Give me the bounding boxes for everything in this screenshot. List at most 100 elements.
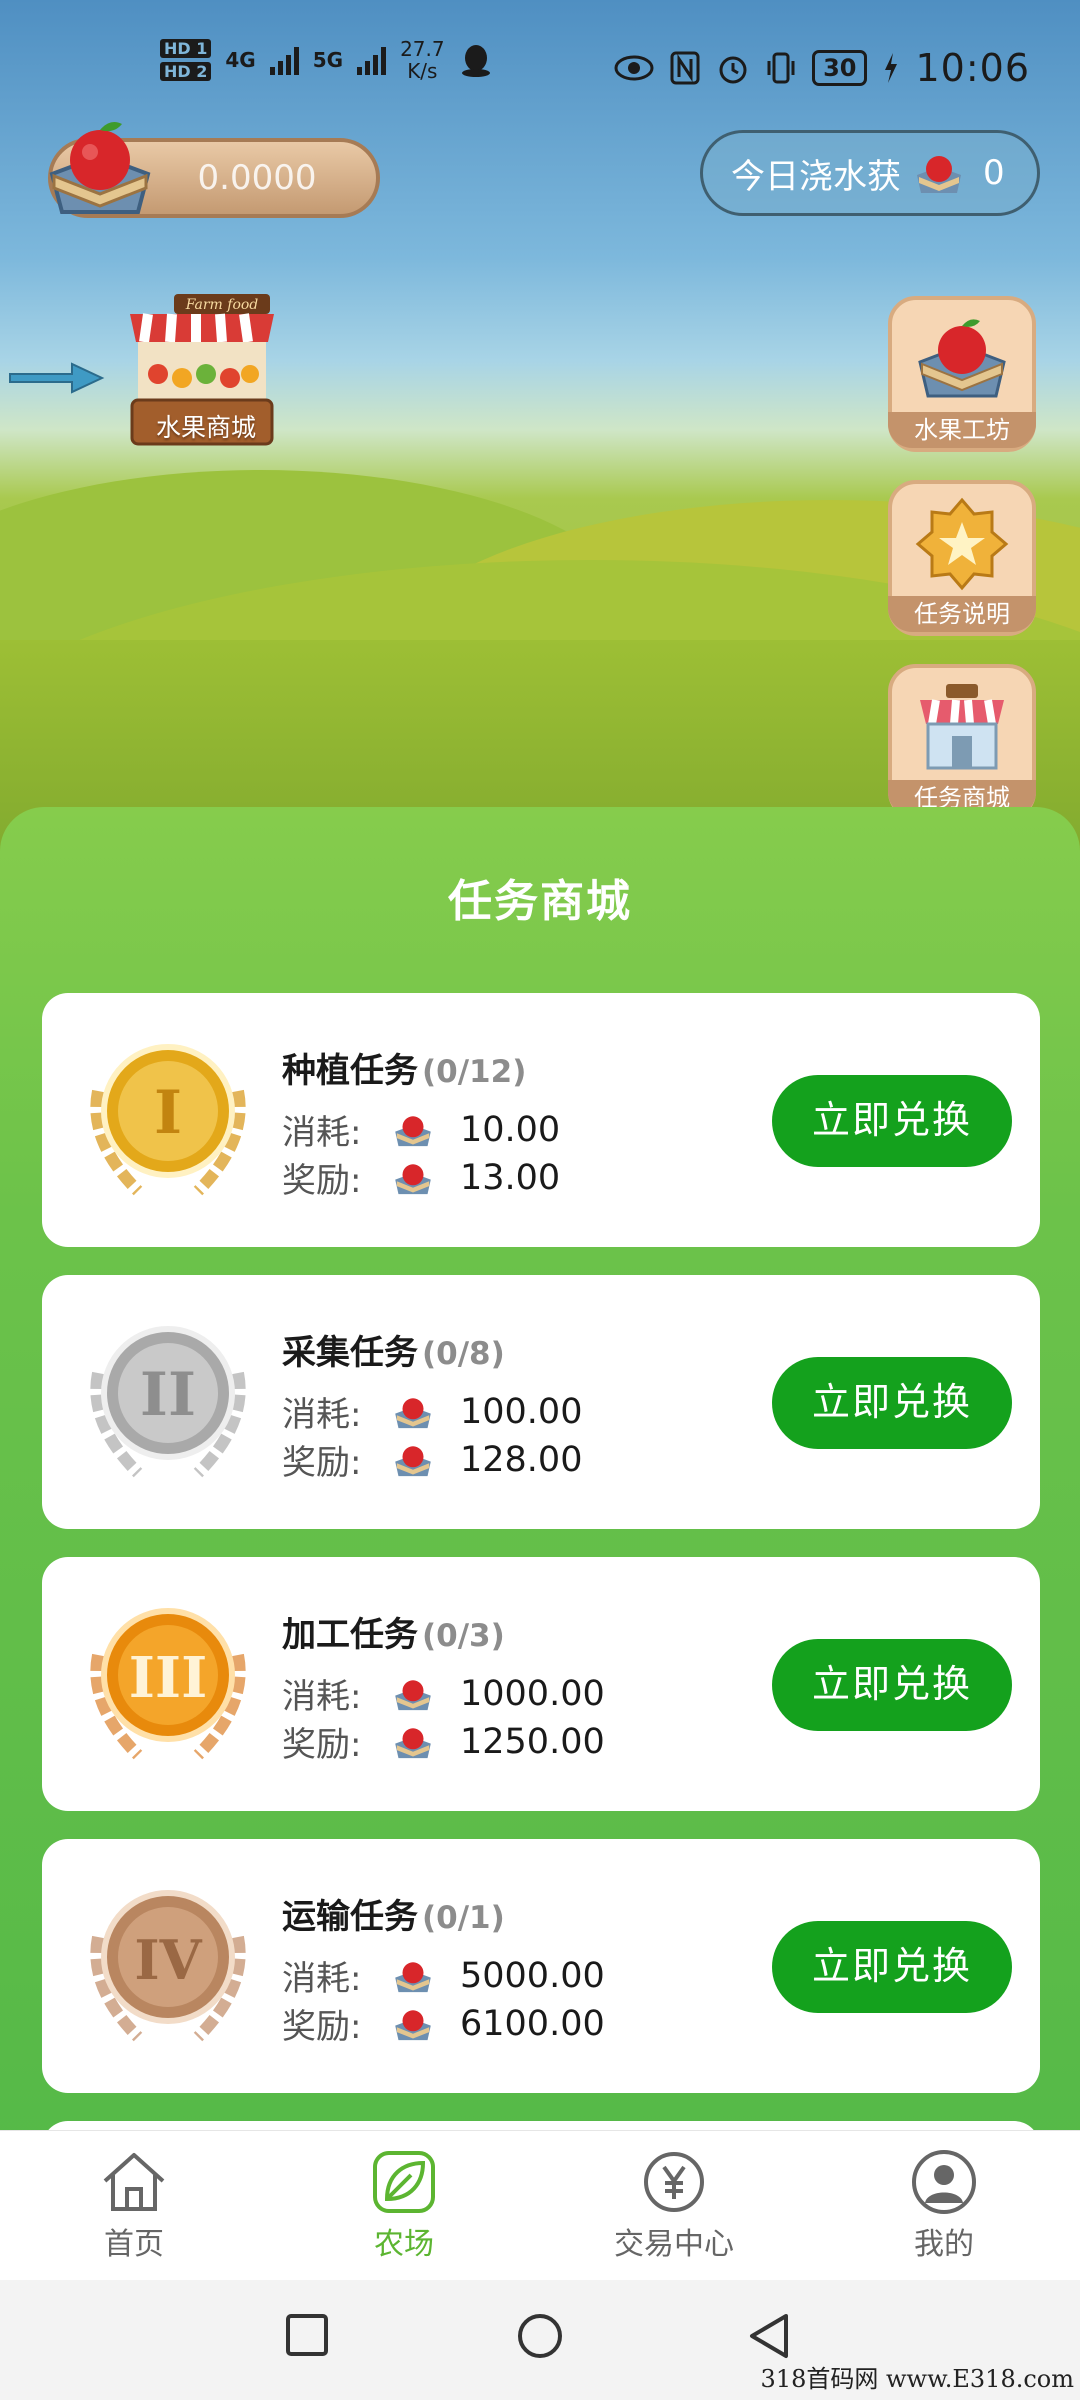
fruit-mall-label: 水果商城: [155, 413, 256, 442]
reward-label: 奖励:: [282, 1161, 362, 1201]
speed-value: 27.7: [400, 37, 445, 61]
balance-value: 0.0000: [197, 158, 317, 198]
task-cost-row: 消耗: 10.00: [282, 1105, 560, 1154]
cost-label: 消耗:: [282, 1113, 362, 1153]
task-progress: (0/8): [422, 1336, 505, 1372]
network-type-1: 4G: [225, 48, 256, 72]
vibrate-icon: [767, 52, 795, 84]
sheet-title: 任务商城: [448, 876, 632, 927]
nav-home-label: 首页: [104, 2227, 164, 2262]
nfc-icon: [670, 51, 700, 85]
leaf-icon: [373, 2151, 435, 2213]
task-instructions-button[interactable]: 任务说明: [888, 480, 1036, 636]
task-title: 加工任务 (0/3): [282, 1607, 505, 1656]
medal-numeral: I: [154, 1078, 182, 1148]
signal-group: HD 1 HD 2 4G 5G 27.7 K/s: [160, 38, 493, 82]
task-name: 加工任务: [282, 1615, 418, 1655]
task-cost-row: 消耗: 1000.00: [282, 1669, 605, 1718]
task-name: 种植任务: [282, 1051, 418, 1091]
charging-icon: [885, 53, 898, 83]
gold-medal-icon: I: [90, 1044, 246, 1196]
task-card: IV 运输任务 (0/1) 消耗: 5000.00 奖励: 6100.00 立即兑…: [42, 1839, 1040, 2093]
cost-label: 消耗:: [282, 1959, 362, 1999]
fruit-workshop-label: 水果工坊: [888, 412, 1036, 448]
task-progress: (0/12): [422, 1054, 527, 1090]
speed-unit: K/s: [407, 59, 438, 83]
exchange-button[interactable]: 立即兑换: [772, 1075, 1012, 1167]
reward-label: 奖励:: [282, 1725, 362, 1765]
reward-label: 奖励:: [282, 2007, 362, 2047]
medal-numeral: IV: [134, 1928, 202, 1992]
bottom-navigation: 首页 农场 交易中心 我的: [0, 2130, 1080, 2280]
task-reward-row: 奖励: 6100.00: [282, 1999, 605, 2048]
reward-label: 奖励:: [282, 1443, 362, 1483]
task-progress: (0/1): [422, 1900, 505, 1936]
fruit-icon: [395, 1163, 431, 1194]
fruit-basket-icon: [918, 319, 1006, 398]
task-mall-sheet: 任务商城 I 种植任务 (0/12) 消耗: 10.00 奖励: 13.00 立即…: [0, 807, 1080, 2181]
nav-trading-center[interactable]: 交易中心: [574, 2149, 774, 2263]
fruit-icon: [395, 1445, 431, 1476]
reward-value: 1250.00: [460, 1721, 605, 1762]
recent-apps-icon[interactable]: [284, 2312, 330, 2358]
exchange-button[interactable]: 立即兑换: [772, 1921, 1012, 2013]
clock: 10:06: [915, 46, 1030, 90]
exchange-button[interactable]: 立即兑换: [772, 1357, 1012, 1449]
bronze-medal-icon: IV: [90, 1890, 246, 2042]
reward-value: 13.00: [460, 1157, 561, 1198]
cost-value: 10.00: [460, 1109, 561, 1150]
network-speed: 27.7 K/s: [400, 38, 445, 82]
fruit-icon: [395, 2009, 431, 2040]
task-card: II 采集任务 (0/8) 消耗: 100.00 奖励: 128.00 立即兑换: [42, 1275, 1040, 1529]
hd1-label: HD 1: [160, 39, 212, 58]
network-type-2: 5G: [312, 48, 344, 72]
eye-icon: [614, 55, 654, 81]
home-icon: [103, 2153, 165, 2211]
silver-medal-icon: II: [90, 1326, 246, 1478]
status-bar: HD 1 HD 2 4G 5G 27.7 K/s 30 10:06: [0, 0, 1080, 130]
exchange-button[interactable]: 立即兑换: [772, 1639, 1012, 1731]
hd2-label: HD 2: [160, 62, 212, 81]
fruit-icon: [395, 1679, 431, 1710]
star-badge-icon: [915, 497, 1009, 591]
medal-numeral: III: [129, 1645, 208, 1711]
task-cost-row: 消耗: 5000.00: [282, 1951, 605, 2000]
reward-value: 128.00: [460, 1439, 583, 1480]
fruit-icon: [395, 1397, 431, 1428]
fruit-workshop-button[interactable]: 水果工坊: [888, 296, 1036, 452]
hd-indicators: HD 1 HD 2: [160, 39, 212, 81]
nav-home[interactable]: 首页: [34, 2149, 234, 2263]
back-icon[interactable]: [746, 2312, 792, 2360]
battery-level: 30: [812, 50, 868, 86]
yuan-icon: [644, 2152, 704, 2212]
cost-value: 1000.00: [460, 1673, 605, 1714]
alarm-icon: [719, 56, 747, 84]
signal-bars-icon: [357, 45, 387, 75]
task-card: I 种植任务 (0/12) 消耗: 10.00 奖励: 13.00 立即兑换: [42, 993, 1040, 1247]
system-icons: 30 10:06: [614, 46, 1030, 90]
task-name: 采集任务: [282, 1333, 418, 1373]
today-count: 0: [983, 153, 1005, 193]
orange-medal-icon: III: [90, 1608, 246, 1760]
home-circle-icon[interactable]: [516, 2312, 564, 2360]
task-instructions-label: 任务说明: [888, 596, 1036, 632]
task-title: 运输任务 (0/1): [282, 1889, 505, 1938]
task-reward-row: 奖励: 1250.00: [282, 1717, 605, 1766]
task-title: 采集任务 (0/8): [282, 1325, 505, 1374]
task-name: 运输任务: [282, 1897, 418, 1937]
task-mall-button[interactable]: 任务商城: [888, 664, 1036, 820]
reward-value: 6100.00: [460, 2003, 605, 2044]
nav-farm[interactable]: 农场: [304, 2149, 504, 2263]
fruit-icon: [917, 156, 961, 193]
task-card: III 加工任务 (0/3) 消耗: 1000.00 奖励: 1250.00 立即…: [42, 1557, 1040, 1811]
shop-icon: [920, 684, 1004, 770]
cost-label: 消耗:: [282, 1395, 362, 1435]
today-label: 今日浇水获: [731, 156, 901, 197]
system-navigation-bar: 318首码网 www.E318.com: [0, 2280, 1080, 2400]
user-icon: [912, 2150, 976, 2214]
nav-mine[interactable]: 我的: [844, 2149, 1044, 2263]
fruit-basket-icon: [49, 122, 151, 214]
fruit-icon: [395, 1115, 431, 1146]
stall-sign-text: Farm food: [185, 297, 259, 313]
signal-bars-icon: [269, 45, 299, 75]
